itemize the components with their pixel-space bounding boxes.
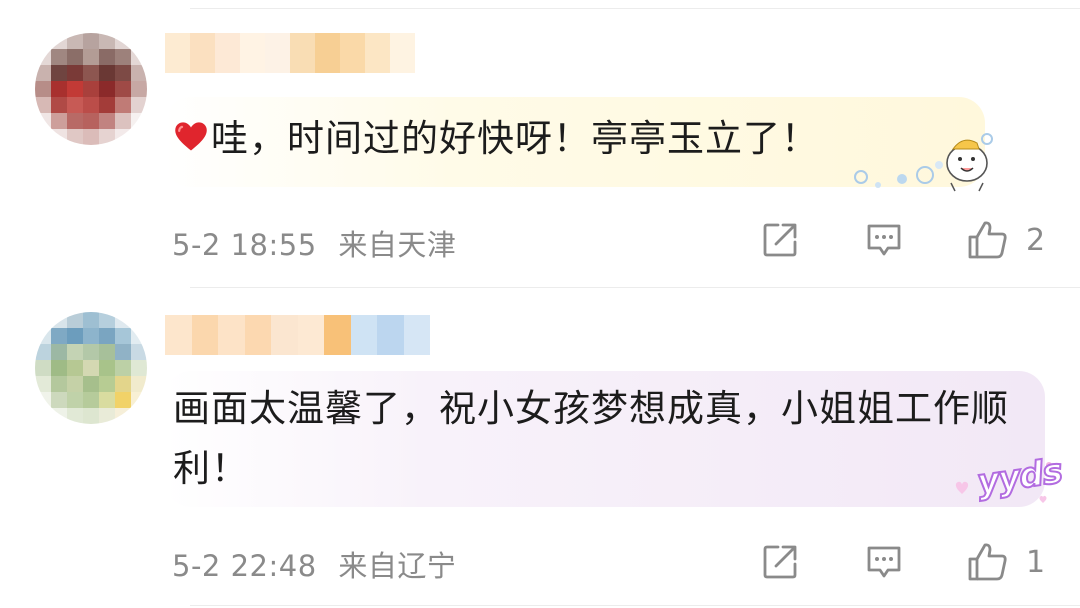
share-button[interactable] <box>762 222 798 258</box>
comment-item: 哇，时间过的好快呀！亭亭玉立了！ 5-2 18:55 来自天津 2 <box>0 0 1080 290</box>
comment-item: 画面太温馨了，祝小女孩梦想成真，小姐姐工作顺利！ yyds 5-2 22:48 … <box>0 290 1080 608</box>
thumbs-up-icon <box>968 543 1007 581</box>
thumbs-up-icon <box>968 221 1007 259</box>
comment-date: 5-2 22:48 <box>172 549 317 583</box>
comment-bubble: 画面太温馨了，祝小女孩梦想成真，小姐姐工作顺利！ yyds <box>165 371 1065 507</box>
like-button[interactable]: 1 <box>966 541 1045 583</box>
share-icon <box>763 223 797 257</box>
comment-icon <box>867 546 901 578</box>
comment-icon <box>867 224 901 256</box>
like-count: 1 <box>1026 544 1046 580</box>
cute-sticker-icon <box>854 133 993 192</box>
reply-button[interactable] <box>865 222 903 258</box>
reply-button[interactable] <box>865 544 903 580</box>
comment-date: 5-2 18:55 <box>172 228 317 262</box>
share-icon <box>763 545 797 579</box>
comment-bubble: 哇，时间过的好快呀！亭亭玉立了！ <box>165 97 993 192</box>
comment-location: 来自天津 <box>338 228 457 262</box>
bottom-divider <box>190 605 1080 606</box>
comment-divider <box>190 287 1080 288</box>
comment-meta: 5-2 18:55 来自天津 <box>172 222 468 264</box>
avatar[interactable] <box>35 312 147 424</box>
share-button[interactable] <box>762 544 798 580</box>
yyds-sticker: yyds <box>955 450 1065 511</box>
like-button[interactable]: 2 <box>966 219 1045 261</box>
comment-meta: 5-2 22:48 来自辽宁 <box>172 543 468 585</box>
username-blurred[interactable] <box>165 33 415 73</box>
avatar[interactable] <box>35 33 147 145</box>
username-blurred[interactable] <box>165 315 430 355</box>
comment-text: 画面太温馨了，祝小女孩梦想成真，小姐姐工作顺利！ <box>173 387 1009 490</box>
heart-icon <box>175 122 207 151</box>
like-count: 2 <box>1026 222 1046 258</box>
comment-location: 来自辽宁 <box>338 549 457 583</box>
